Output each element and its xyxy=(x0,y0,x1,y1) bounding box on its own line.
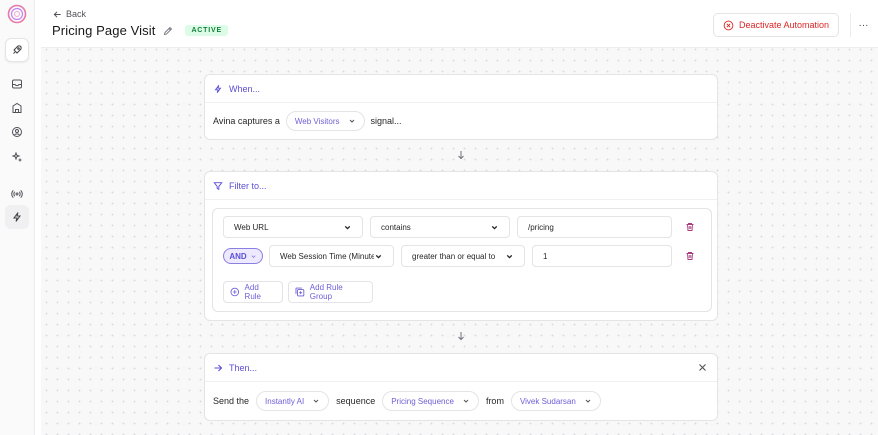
add-rule-group-button[interactable]: Add Rule Group xyxy=(288,281,373,303)
arrow-left-icon xyxy=(53,10,61,18)
logo-icon[interactable] xyxy=(7,4,27,24)
arrow-right-icon xyxy=(214,364,223,371)
signal-type-select[interactable]: Web Visitors xyxy=(285,111,365,131)
from-label: from xyxy=(485,396,504,406)
rule-operator-select[interactable]: contains xyxy=(370,216,510,238)
action-card: Then... Send the Instantly AI sequence P… xyxy=(204,353,718,421)
add-rule-group-label: Add Rule Group xyxy=(309,283,343,301)
trash-icon[interactable] xyxy=(685,222,695,232)
sequence-value: Pricing Sequence xyxy=(391,396,454,406)
more-icon: ··· xyxy=(858,19,869,31)
rule-group: Web URL contains /pricing AND Web Sessio… xyxy=(212,208,712,312)
rule-operator-select[interactable]: greater than or equal to xyxy=(401,245,525,267)
sequence-select[interactable]: Pricing Sequence xyxy=(382,391,479,411)
rocket-icon xyxy=(13,45,22,54)
sidebar-item-contacts[interactable] xyxy=(5,120,29,144)
chevron-down-icon xyxy=(584,397,592,405)
trigger-suffix: signal... xyxy=(370,116,402,126)
send-label: Send the xyxy=(213,396,250,406)
filter-card: Filter to... Web URL contains /pricing A… xyxy=(204,171,718,321)
sidebar-item-signals[interactable] xyxy=(5,182,29,206)
integration-select[interactable]: Instantly AI xyxy=(256,391,330,411)
broadcast-icon xyxy=(11,189,23,199)
page-header: Back Pricing Page Visit ACTIVE Deactivat… xyxy=(41,0,878,48)
trigger-card: When... Avina captures a Web Visitors si… xyxy=(204,74,718,140)
chevron-down-icon xyxy=(312,397,320,405)
chevron-down-icon xyxy=(462,397,470,405)
pencil-icon[interactable] xyxy=(163,26,173,36)
sidebar-item-actions[interactable] xyxy=(5,205,29,229)
plus-circle-icon xyxy=(230,287,240,297)
deactivate-label: Deactivate Automation xyxy=(738,20,830,30)
rule-field-value: Web URL xyxy=(234,222,269,232)
filter-icon xyxy=(213,181,223,190)
add-rule-button[interactable]: Add Rule xyxy=(223,281,283,303)
plus-square-icon xyxy=(295,287,305,297)
add-rule-label: Add Rule xyxy=(244,283,261,301)
trigger-heading: When... xyxy=(229,83,261,94)
back-link[interactable]: Back xyxy=(53,9,86,19)
close-icon[interactable] xyxy=(698,363,707,372)
chevron-down-icon xyxy=(505,252,514,261)
automation-canvas: Back Pricing Page Visit ACTIVE Deactivat… xyxy=(41,0,878,435)
sidebar-item-ai[interactable] xyxy=(5,145,29,169)
inbox-icon xyxy=(12,79,22,89)
rule-value-input[interactable]: 1 xyxy=(532,245,672,267)
filter-card-header: Filter to... xyxy=(205,172,717,200)
lightning-icon xyxy=(214,84,222,93)
x-circle-icon xyxy=(723,20,734,30)
rule-field-select[interactable]: Web Session Time (Minutes) xyxy=(269,245,394,267)
chevron-down-icon xyxy=(251,254,256,258)
trigger-card-header: When... xyxy=(205,75,717,103)
signal-type-value: Web Visitors xyxy=(294,116,340,126)
user-circle-icon xyxy=(12,127,22,137)
deactivate-automation-button[interactable]: Deactivate Automation xyxy=(713,13,839,37)
action-card-header: Then... xyxy=(205,354,717,382)
rule-operator-value: greater than or equal to xyxy=(412,251,496,261)
action-heading: Then... xyxy=(229,362,258,373)
sender-value: Vivek Sudarsan xyxy=(519,396,576,406)
arrow-down-icon xyxy=(457,331,465,341)
rule-value-text: /pricing xyxy=(528,222,554,232)
sender-select[interactable]: Vivek Sudarsan xyxy=(510,391,601,411)
rule-field-value: Web Session Time (Minutes) xyxy=(280,251,374,261)
chevron-down-icon xyxy=(374,252,383,261)
chevron-down-icon xyxy=(490,223,499,232)
sparkle-icon xyxy=(11,151,22,162)
rule-operator-value: contains xyxy=(381,222,411,232)
building-icon xyxy=(12,102,22,113)
logic-operator-select[interactable]: AND xyxy=(223,248,263,264)
more-options-button[interactable]: ··· xyxy=(850,13,876,37)
chevron-down-icon xyxy=(343,223,352,232)
arrow-down-icon xyxy=(457,150,465,160)
sidebar-item-automations[interactable] xyxy=(5,38,29,62)
back-label: Back xyxy=(66,9,87,19)
sequence-label: sequence xyxy=(336,396,376,406)
sidebar xyxy=(0,0,35,435)
integration-value: Instantly AI xyxy=(265,396,305,406)
filter-heading: Filter to... xyxy=(229,180,267,191)
rule-field-select[interactable]: Web URL xyxy=(223,216,363,238)
lightning-icon xyxy=(13,212,21,222)
status-badge: ACTIVE xyxy=(185,25,228,36)
logic-operator-value: AND xyxy=(229,251,247,261)
sidebar-item-inbox[interactable] xyxy=(5,72,29,96)
sidebar-item-companies[interactable] xyxy=(5,96,29,120)
rule-value-text: 1 xyxy=(543,251,548,261)
rule-value-input[interactable]: /pricing xyxy=(517,216,672,238)
chevron-down-icon xyxy=(348,117,356,125)
page-title: Pricing Page Visit xyxy=(52,23,156,38)
trigger-prefix: Avina captures a xyxy=(213,116,280,126)
trash-icon[interactable] xyxy=(685,251,695,261)
